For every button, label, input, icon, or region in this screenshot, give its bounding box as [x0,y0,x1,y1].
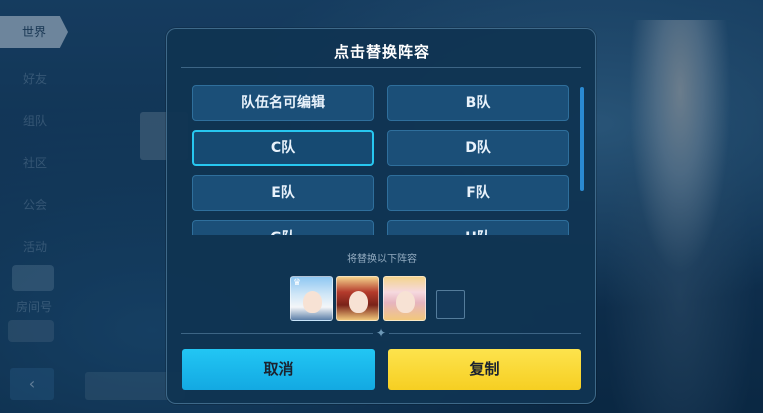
team-list[interactable]: 队伍名可编辑 B队 C队 D队 E队 F队 G队 H队 [192,85,577,235]
portrait-face [303,291,322,313]
team-button-g[interactable]: G队 [192,220,374,235]
team-button-h[interactable]: H队 [387,220,569,235]
team-button-f[interactable]: F队 [387,175,569,211]
portrait-face [349,291,368,313]
team-button-e[interactable]: E队 [192,175,374,211]
replace-lineup-label: 将替换以下阵容 [347,254,417,265]
cancel-button[interactable]: 取消 [182,349,375,390]
copy-button[interactable]: 复制 [388,349,581,390]
divider-star-icon: ✦ [373,325,389,341]
team-button-b[interactable]: B队 [387,85,569,121]
white-hair-valkyrie-portrait-icon: ♛ [290,276,333,321]
replace-lineup-dialog: 点击替换阵容 队伍名可编辑 B队 C队 D队 E队 F队 G队 H队 将替换以下… [166,28,596,404]
team-button-d[interactable]: D队 [387,130,569,166]
pink-hair-valkyrie-portrait-icon [383,276,426,321]
red-hair-valkyrie-portrait-icon [336,276,379,321]
team-list-scrollbar[interactable] [580,87,584,191]
title-divider [181,67,581,68]
team-button-a[interactable]: 队伍名可编辑 [192,85,374,121]
team-button-c[interactable]: C队 [192,130,374,166]
crown-icon: ♛ [293,278,302,288]
dialog-title: 点击替换阵容 [333,43,430,61]
empty-lineup-slot [436,290,465,319]
portrait-face [396,291,415,313]
